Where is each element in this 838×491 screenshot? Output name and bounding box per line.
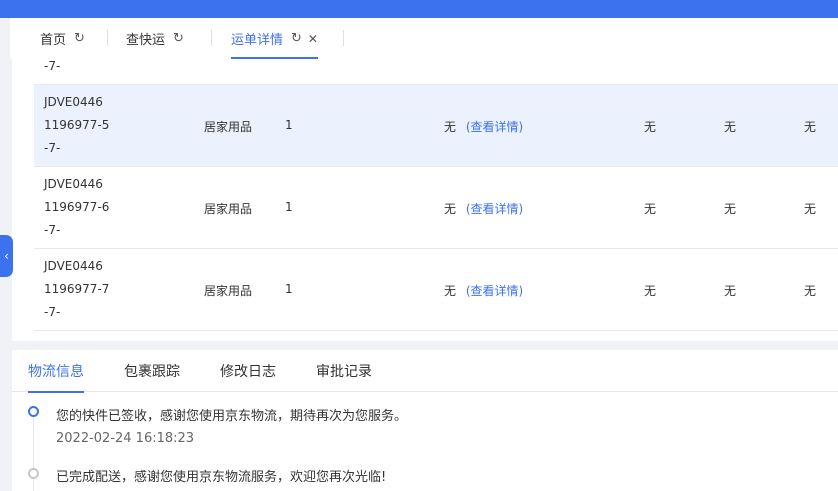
remark-value: 无 [444, 120, 457, 134]
refresh-icon[interactable]: ↻ [173, 32, 184, 45]
table-row: JDVE0446 1196977-7 -7- 居家用品 1 无 (查看详情) 无… [34, 249, 838, 331]
tab-change-log[interactable]: 修改日志 [220, 350, 276, 392]
code-line-3: -7- [44, 141, 61, 155]
refresh-icon[interactable]: ↻ [291, 32, 302, 45]
timeline-event-time: 2022-02-24 16:18:23 [56, 431, 195, 446]
table-row: -7- [34, 59, 838, 85]
code-line-1: JDVE0446 [44, 259, 103, 273]
remark-cell: 无 (查看详情) [444, 118, 523, 135]
code-line-3: -7- [44, 223, 61, 237]
code-line-1: JDVE0446 [44, 177, 103, 191]
tab-divider [211, 30, 212, 46]
code-line-2: 1196977-6 [44, 200, 110, 214]
remark-cell: 无 (查看详情) [444, 282, 523, 299]
view-detail-link[interactable]: (查看详情) [466, 202, 523, 216]
code-line-3: -7- [44, 59, 61, 73]
top-header-bar [0, 0, 838, 18]
code-line-2: 1196977-7 [44, 282, 110, 296]
table-row: JDVE0446 1196977-6 -7- 居家用品 1 无 (查看详情) 无… [34, 167, 838, 249]
value-cell: 无 [724, 202, 737, 216]
view-detail-link[interactable]: (查看详情) [466, 284, 523, 298]
tab-query-freight[interactable]: 查快运 ↻ [126, 18, 184, 59]
quantity-cell: 1 [285, 118, 293, 132]
value-cell: 无 [804, 120, 817, 134]
value-cell: 无 [724, 120, 737, 134]
close-icon[interactable]: ✕ [308, 33, 318, 45]
tab-query-freight-label: 查快运 [126, 33, 166, 48]
refresh-icon[interactable]: ↻ [74, 32, 85, 45]
remark-value: 无 [444, 202, 457, 216]
timeline-dot [28, 468, 39, 479]
timeline-event-text: 已完成配送，感谢您使用京东物流服务，欢迎您再次光临! [56, 470, 387, 485]
logistics-panel: 物流信息 包裹跟踪 修改日志 审批记录 您的快件已签收，感谢您使用京东物流，期待… [12, 350, 838, 491]
tab-divider [107, 30, 108, 46]
tab-waybill-detail[interactable]: 运单详情 ↻ ✕ [231, 18, 318, 59]
quantity-cell: 1 [285, 200, 293, 214]
timeline-dot-current [28, 406, 39, 417]
tab-home-label: 首页 [40, 33, 67, 48]
sidebar-collapse-handle[interactable]: ‹ [0, 235, 13, 277]
tab-waybill-detail-label: 运单详情 [231, 33, 284, 48]
category-cell: 居家用品 [204, 202, 253, 216]
remark-cell: 无 (查看详情) [444, 200, 523, 217]
category-cell: 居家用品 [204, 120, 253, 134]
value-cell: 无 [644, 202, 657, 216]
code-line-2: 1196977-5 [44, 118, 110, 132]
page-tabs: 首页 ↻ 查快运 ↻ 运单详情 ↻ ✕ [10, 18, 838, 59]
package-table: -7- JDVE0446 1196977-5 -7- 居家用品 1 无 (查看详… [12, 59, 838, 341]
timeline-line [33, 412, 34, 491]
view-detail-link[interactable]: (查看详情) [466, 120, 523, 134]
quantity-cell: 1 [285, 282, 293, 296]
value-cell: 无 [644, 284, 657, 298]
table-row: JDVE0446 1196977-5 -7- 居家用品 1 无 (查看详情) 无… [34, 85, 838, 167]
tab-divider [343, 30, 344, 46]
category-cell: 居家用品 [204, 284, 253, 298]
remark-value: 无 [444, 284, 457, 298]
chevron-left-icon: ‹ [4, 249, 9, 263]
code-line-3: -7- [44, 305, 61, 319]
code-line-1: JDVE0446 [44, 95, 103, 109]
value-cell: 无 [804, 202, 817, 216]
value-cell: 无 [804, 284, 817, 298]
value-cell: 无 [724, 284, 737, 298]
logistics-tabs: 物流信息 包裹跟踪 修改日志 审批记录 [12, 350, 838, 393]
value-cell: 无 [644, 120, 657, 134]
tab-approval-records[interactable]: 审批记录 [316, 350, 372, 392]
tab-home[interactable]: 首页 ↻ [40, 18, 85, 59]
tab-package-tracking[interactable]: 包裹跟踪 [124, 350, 180, 392]
timeline-event-text: 您的快件已签收，感谢您使用京东物流，期待再次为您服务。 [56, 409, 408, 424]
tab-logistics-info[interactable]: 物流信息 [28, 350, 84, 393]
